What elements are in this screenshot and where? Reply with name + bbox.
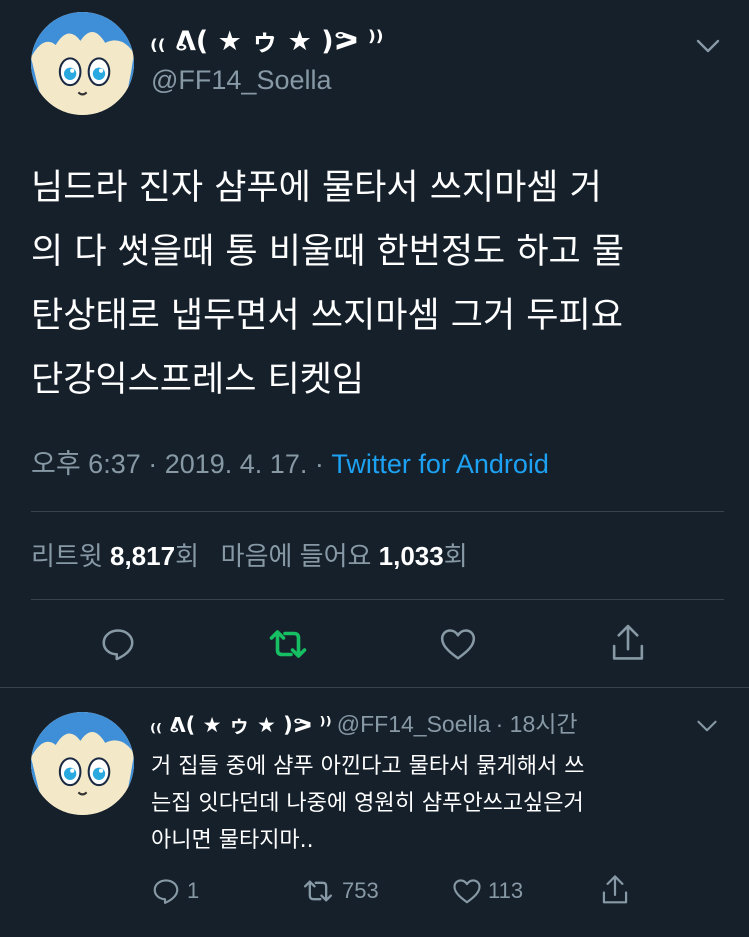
reply-text-line: 아니면 물타지마.. [151,828,314,853]
reply-icon [102,629,134,661]
tweet-text-line: 의 다 썻을때 통 비울때 한번정도 하고 물 [31,232,625,272]
reply-button[interactable] [96,622,140,666]
reply-avatar[interactable] [31,712,134,815]
retweets-label: 리트윗 [31,541,103,571]
reply-time[interactable]: · 18시간 [496,711,578,737]
reply-like-button[interactable]: 113 [452,874,523,908]
likes-label: 마음에 들어요 [220,541,372,571]
heart-icon [453,879,481,904]
divider [31,599,724,600]
share-icon [602,875,628,904]
like-count: 113 [488,878,524,903]
reply-share-button[interactable] [600,872,630,908]
like-button[interactable] [436,622,480,666]
tweet-text: 님드라 진자 샴푸에 물타서 쓰지마셈 거 의 다 썻을때 통 비울때 한번정도… [31,156,624,412]
tweet-text-line: 님드라 진자 샴푸에 물타서 쓰지마셈 거 [31,168,602,208]
reply-icon [153,879,179,904]
reply-display-name[interactable]: ₍₍ ᕕ( ★ ゥ ★ )ᕗ ⁾⁾ [150,713,332,737]
tweet-text-line: 탄상태로 냅두면서 쓰지마셈 그거 두피요 [31,296,623,336]
share-button[interactable] [606,620,650,666]
chevron-down-icon[interactable] [694,34,722,58]
retweets-unit: 회 [175,541,199,571]
tweet-text-line: 단강익스프레스 티켓임 [31,360,365,400]
reply-text: 거 집들 중에 샴푸 아낀다고 물타서 묽게해서 쓰 는집 잇다던데 나중에 영… [151,748,585,859]
likes-unit: 회 [443,541,468,571]
retweets-count[interactable]: 8,817 [110,541,175,571]
reply-reply-button[interactable]: 1 [151,874,199,908]
reply-count: 1 [187,878,200,903]
retweet-icon [269,630,307,658]
timestamp[interactable]: 오후 6:37 · 2019. 4. 17. · [31,449,331,479]
heart-icon [440,629,476,660]
tweet-meta: 오후 6:37 · 2019. 4. 17. · Twitter for And… [31,446,549,482]
reply-text-line: 는집 잇다던데 나중에 영원히 샴푸안쓰고싶은거 [151,791,584,816]
avatar[interactable] [31,12,134,115]
retweet-count: 753 [342,878,379,903]
divider [31,511,724,512]
handle[interactable]: @FF14_Soella [151,62,332,98]
source-link[interactable]: Twitter for Android [331,449,549,479]
reply-handle[interactable]: @FF14_Soella [337,711,491,737]
reply-retweet-button[interactable]: 753 [300,874,379,908]
share-icon [612,624,644,660]
reply-text-line: 거 집들 중에 샴푸 아낀다고 물타서 묽게해서 쓰 [151,754,585,779]
display-name[interactable]: ₍₍ ᕕ( ★ ゥ ★ )ᕗ ⁾⁾ [150,24,384,60]
retweet-icon [304,880,333,902]
tweet-stats: 리트윗 8,817회 마음에 들어요 1,033회 [31,538,468,574]
retweet-button[interactable] [265,622,311,666]
reply-chevron-down-icon[interactable] [694,716,720,736]
reply-header: ₍₍ ᕕ( ★ ゥ ★ )ᕗ ⁾⁾ @FF14_Soella · 18시간 [150,707,578,744]
likes-count[interactable]: 1,033 [379,541,444,571]
divider [0,687,749,688]
